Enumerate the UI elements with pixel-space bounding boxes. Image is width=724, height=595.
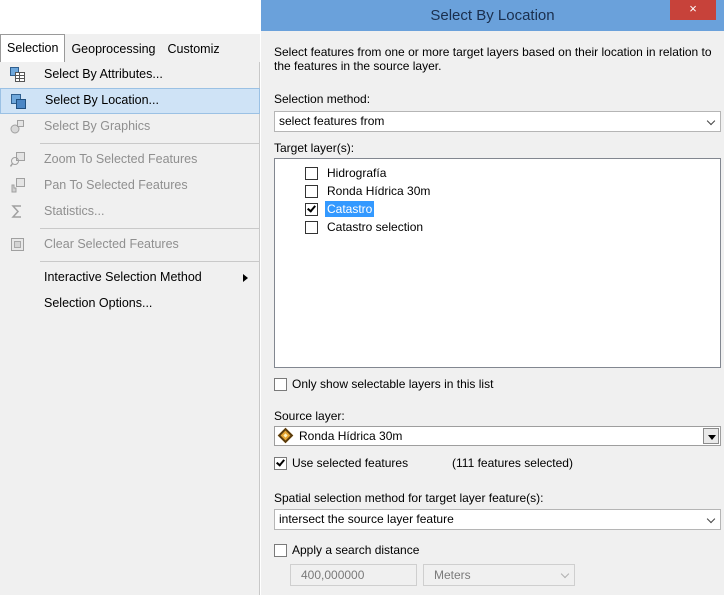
spatial-method-value: intersect the source layer feature — [279, 512, 454, 526]
dialog-titlebar[interactable]: Select By Location × — [261, 0, 724, 31]
spatial-method-dropdown[interactable]: intersect the source layer feature — [274, 509, 721, 530]
chevron-down-icon — [706, 116, 716, 126]
menu-separator — [40, 143, 260, 144]
menu-tab-customize[interactable]: Customiz — [162, 36, 226, 62]
spatial-method-label: Spatial selection method for target laye… — [274, 491, 544, 505]
menu-item-label: Interactive Selection Method — [44, 270, 202, 284]
menu-item-label: Select By Attributes... — [44, 67, 163, 81]
use-selected-label: Use selected features — [292, 456, 409, 470]
chevron-down-icon — [706, 514, 716, 524]
menu-item-selection-options[interactable]: Selection Options... — [0, 291, 260, 317]
features-selected-count: (111 features selected) — [452, 456, 573, 470]
submenu-arrow-icon — [243, 274, 248, 282]
selection-menu-panel: Selection Geoprocessing Customiz Select … — [0, 0, 260, 595]
source-layer-label: Source layer: — [274, 409, 345, 423]
menu-item-label: Clear Selected Features — [44, 237, 179, 251]
location-select-icon — [11, 94, 26, 109]
search-distance-checkbox[interactable] — [274, 544, 287, 557]
menu-bar: Selection Geoprocessing Customiz — [0, 34, 260, 62]
chevron-down-icon — [560, 569, 570, 579]
selection-method-value: select features from — [279, 114, 385, 128]
menu-item-zoom-to-selected[interactable]: Zoom To Selected Features — [0, 147, 260, 173]
menu-tab-geoprocessing[interactable]: Geoprocessing — [65, 36, 161, 62]
only-selectable-label: Only show selectable layers in this list — [292, 377, 494, 391]
menu-separator — [40, 261, 260, 262]
selection-method-label: Selection method: — [274, 92, 371, 106]
menu-item-label: Select By Graphics — [44, 119, 151, 133]
menu-item-label: Selection Options... — [44, 296, 153, 310]
polygon-layer-icon — [277, 427, 294, 444]
toolbar-area — [0, 0, 260, 34]
layer-name: Catastro — [325, 201, 375, 217]
layer-name: Hidrografía — [327, 166, 387, 180]
only-selectable-checkbox[interactable] — [274, 378, 287, 391]
layer-checkbox[interactable] — [305, 167, 318, 180]
search-distance-label: Apply a search distance — [292, 543, 420, 557]
close-button[interactable]: × — [670, 0, 716, 20]
menu-item-label: Pan To Selected Features — [44, 178, 188, 192]
distance-unit-value: Meters — [434, 568, 471, 582]
layer-checkbox[interactable] — [305, 203, 318, 216]
menu-separator — [40, 228, 260, 229]
menu-item-clear-selected[interactable]: Clear Selected Features — [0, 232, 260, 258]
dialog-title: Select By Location — [430, 7, 555, 24]
menu-item-select-by-attributes[interactable]: Select By Attributes... — [0, 62, 260, 88]
menu-tab-selection[interactable]: Selection — [0, 34, 66, 62]
distance-value-input[interactable]: 400,000000 — [290, 564, 417, 586]
dropdown-arrow-button[interactable] — [703, 428, 719, 444]
use-selected-checkbox[interactable] — [274, 457, 287, 470]
zoom-selected-icon — [10, 152, 25, 167]
distance-unit-dropdown[interactable]: Meters — [423, 564, 575, 586]
menu-item-label: Select By Location... — [45, 93, 159, 107]
menu-item-select-by-graphics[interactable]: Select By Graphics — [0, 114, 260, 140]
layer-name: Ronda Hídrica 30m — [327, 184, 431, 198]
checkmark-icon — [276, 457, 285, 467]
menu-item-label: Zoom To Selected Features — [44, 152, 198, 166]
clear-selection-icon — [11, 238, 24, 251]
checkmark-icon — [307, 203, 316, 213]
source-layer-value: Ronda Hídrica 30m — [299, 429, 403, 443]
menu-item-statistics[interactable]: Statistics... — [0, 199, 260, 225]
graphics-select-icon — [10, 120, 24, 134]
selection-dropdown-menu: Select By Attributes... Select By Locati… — [0, 62, 260, 317]
triangle-down-icon — [708, 435, 716, 440]
target-layers-label: Target layer(s): — [274, 141, 355, 155]
target-layers-list[interactable]: Hidrografía Ronda Hídrica 30m Catastro C… — [274, 158, 721, 368]
sigma-icon — [11, 205, 21, 218]
layer-name: Catastro selection — [327, 220, 424, 234]
menu-item-label: Statistics... — [44, 204, 105, 218]
layer-checkbox[interactable] — [305, 221, 318, 234]
source-layer-dropdown[interactable]: Ronda Hídrica 30m — [274, 426, 721, 446]
only-selectable-option[interactable]: Only show selectable layers in this list — [274, 375, 714, 393]
dialog-description: Select features from one or more target … — [274, 45, 712, 73]
use-selected-option[interactable]: Use selected features — [274, 454, 474, 472]
menu-item-pan-to-selected[interactable]: Pan To Selected Features — [0, 173, 260, 199]
search-distance-option[interactable]: Apply a search distance — [274, 541, 494, 559]
layer-checkbox[interactable] — [305, 185, 318, 198]
menu-item-select-by-location[interactable]: Select By Location... — [0, 88, 260, 114]
menu-item-interactive-selection-method[interactable]: Interactive Selection Method — [0, 265, 260, 291]
table-select-icon — [10, 67, 25, 82]
selection-method-dropdown[interactable]: select features from — [274, 111, 721, 132]
pan-selected-icon — [11, 178, 25, 193]
select-by-location-dialog: Select By Location × Select features fro… — [261, 0, 724, 595]
